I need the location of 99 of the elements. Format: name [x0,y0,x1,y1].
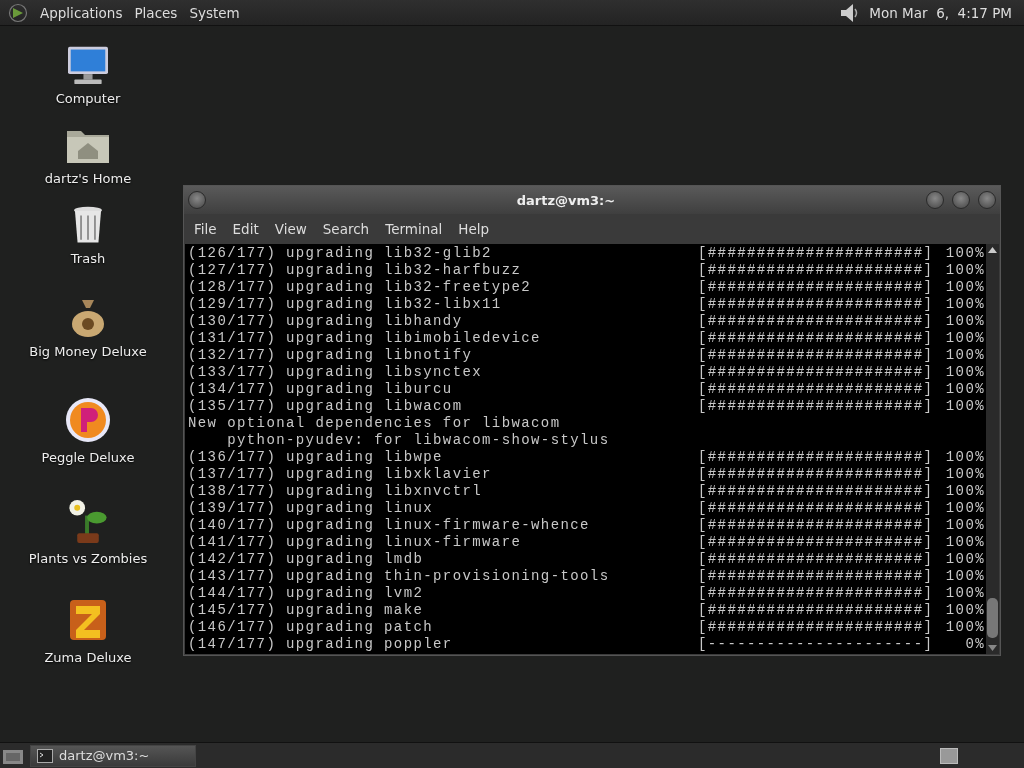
terminal-text: (143/177) upgrading thin-provisioning-tools [188,568,611,585]
terminal-text: (134/177) upgrading liburcu [188,381,454,398]
percent-text: 100% [945,279,986,296]
progress-bar-text: [######################] [698,483,934,500]
maximize-button[interactable] [952,191,970,209]
percent-text: 100% [945,602,986,619]
progress-bar-text: [######################] [698,279,934,296]
terminal-text: (131/177) upgrading libimobiledevice [188,330,542,347]
desktop-icon-label[interactable]: Plants vs Zombies [28,551,148,566]
terminal-text: (145/177) upgrading make [188,602,425,619]
desktop-icon-label[interactable]: Trash [70,251,106,266]
menu-logo-icon[interactable] [8,2,28,23]
percent-text: 100% [945,585,986,602]
progress-bar-text: [######################] [698,262,934,279]
terminal-text: (133/177) upgrading libsynctex [188,364,484,381]
terminal-text: python-pyudev: for libwacom-show-stylus [226,432,610,449]
terminal-text: (132/177) upgrading libnotify [188,347,474,364]
peggle-game-icon [64,396,112,444]
desktop-icon-label[interactable]: Zuma Deluxe [44,650,132,665]
progress-bar-text: [######################] [698,619,934,636]
terminal-text: (126/177) upgrading lib32-glib2 [188,245,493,262]
menu-item[interactable]: Terminal [379,221,453,237]
window-menu-button[interactable] [188,191,206,209]
progress-bar-text: [######################] [698,364,934,381]
menu-item[interactable]: File [188,221,227,237]
terminal-text: (141/177) upgrading linux-firmware [188,534,523,551]
percent-text: 100% [945,296,986,313]
terminal-text: (129/177) upgrading lib32-libx11 [188,296,503,313]
progress-bar-text: [######################] [698,330,934,347]
clock[interactable]: Mon Mar 6, 4:17 PM [869,4,1024,21]
window-title: dartz@vm3:~ [515,192,617,208]
progress-bar-text: [----------------------] [698,636,934,653]
percent-text: 100% [945,381,986,398]
terminal-text: (128/177) upgrading lib32-freetype2 [188,279,533,296]
terminal-text: (147/177) upgrading poppler [188,636,454,653]
progress-bar-text: [######################] [698,449,934,466]
percent-text: 100% [945,364,986,381]
percent-text: 0% [965,636,986,653]
terminal-text: (142/177) upgrading lmdb [188,551,425,568]
progress-bar-text: [######################] [698,381,934,398]
progress-bar-text: [######################] [698,568,934,585]
progress-bar-text: [######################] [698,551,934,568]
progress-bar-text: [######################] [698,517,934,534]
progress-bar-text: [######################] [698,245,934,262]
progress-bar-text: [######################] [698,398,934,415]
scroll-up-icon[interactable] [988,247,997,253]
scroll-down-icon[interactable] [988,645,997,651]
progress-bar-text: [######################] [698,534,934,551]
percent-text: 100% [945,551,986,568]
terminal-text: (137/177) upgrading libxklavier [188,466,493,483]
terminal-text: New optional dependencies for libwacom [188,415,561,432]
percent-text: 100% [945,517,986,534]
panel-menu[interactable]: Places [128,4,184,21]
progress-bar-text: [######################] [698,313,934,330]
desktop-icon-label[interactable]: Peggle Deluxe [41,450,135,465]
terminal-text: (140/177) upgrading linux-firmware-whence [188,517,591,534]
menu-item[interactable]: Search [316,221,380,237]
percent-text: 100% [945,262,986,279]
terminal-text: (130/177) upgrading libhandy [188,313,464,330]
terminal-text: (139/177) upgrading linux [188,500,435,517]
percent-text: 100% [945,619,986,636]
taskbar-button[interactable]: dartz@vm3:~ [30,744,196,767]
percent-text: 100% [945,568,986,585]
terminal-icon [37,748,53,763]
progress-bar-text: [######################] [698,466,934,483]
minimize-button[interactable] [926,191,944,209]
panel-menu[interactable]: System [183,4,246,21]
terminal-text: (144/177) upgrading lvm2 [188,585,425,602]
percent-text: 100% [945,330,986,347]
desktop-icon-label[interactable]: dartz's Home [44,171,132,186]
close-button[interactable] [978,191,996,209]
desktop-icon-label[interactable]: Big Money Deluxe [29,344,147,359]
terminal-text: (136/177) upgrading libwpe [188,449,444,466]
workspace-switcher[interactable] [940,747,958,764]
scrollbar-thumb[interactable] [987,598,998,638]
terminal-text: (146/177) upgrading patch [188,619,435,636]
terminal-text: (135/177) upgrading libwacom [188,398,464,415]
progress-bar-text: [######################] [698,585,934,602]
menu-item[interactable]: View [268,221,317,237]
scrollbar[interactable] [986,244,999,654]
percent-text: 100% [945,347,986,364]
progress-bar-text: [######################] [698,500,934,517]
menu-item[interactable]: Help [452,221,500,237]
panel-menu[interactable]: Applications [34,4,129,21]
percent-text: 100% [945,245,986,262]
percent-text: 100% [945,500,986,517]
percent-text: 100% [945,449,986,466]
progress-bar-text: [######################] [698,347,934,364]
terminal-text: (127/177) upgrading lib32-harfbuzz [188,262,523,279]
desktop-icon-label[interactable]: Computer [55,91,121,106]
progress-bar-text: [######################] [698,296,934,313]
progress-bar-text: [######################] [698,602,934,619]
menu-item[interactable]: Edit [226,221,269,237]
percent-text: 100% [945,398,986,415]
percent-text: 100% [945,466,986,483]
percent-text: 100% [945,313,986,330]
terminal-text: (138/177) upgrading libxnvctrl [188,483,484,500]
percent-text: 100% [945,483,986,500]
percent-text: 100% [945,534,986,551]
